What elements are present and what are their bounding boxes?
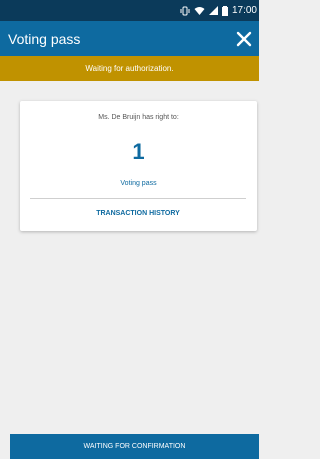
battery-icon (221, 5, 228, 16)
waiting-for-confirmation-button[interactable]: WAITING FOR CONFIRMATION (10, 434, 259, 459)
pass-count: 1 (132, 139, 145, 164)
entitlement-text: Ms. De Bruijn has right to: (98, 114, 179, 121)
wifi-icon (194, 6, 205, 15)
vibrate-icon (180, 6, 190, 16)
status-bar: 17:00 (0, 0, 259, 21)
banner-text: Waiting for authorization. (85, 64, 174, 73)
signal-icon (208, 6, 218, 15)
voting-pass-card: Ms. De Bruijn has right to: 1 Voting pas… (20, 101, 257, 231)
close-button[interactable] (233, 28, 255, 50)
app-bar: Voting pass (0, 21, 259, 56)
page-title: Voting pass (8, 30, 81, 47)
confirmation-button-label: WAITING FOR CONFIRMATION (83, 443, 186, 450)
card-divider (30, 198, 246, 199)
pass-type-label: Voting pass (120, 180, 157, 187)
status-time: 17:00 (231, 5, 257, 16)
transaction-history-button[interactable]: TRANSACTION HISTORY (30, 205, 246, 221)
authorization-banner: Waiting for authorization. (0, 56, 259, 81)
close-icon (236, 31, 252, 46)
